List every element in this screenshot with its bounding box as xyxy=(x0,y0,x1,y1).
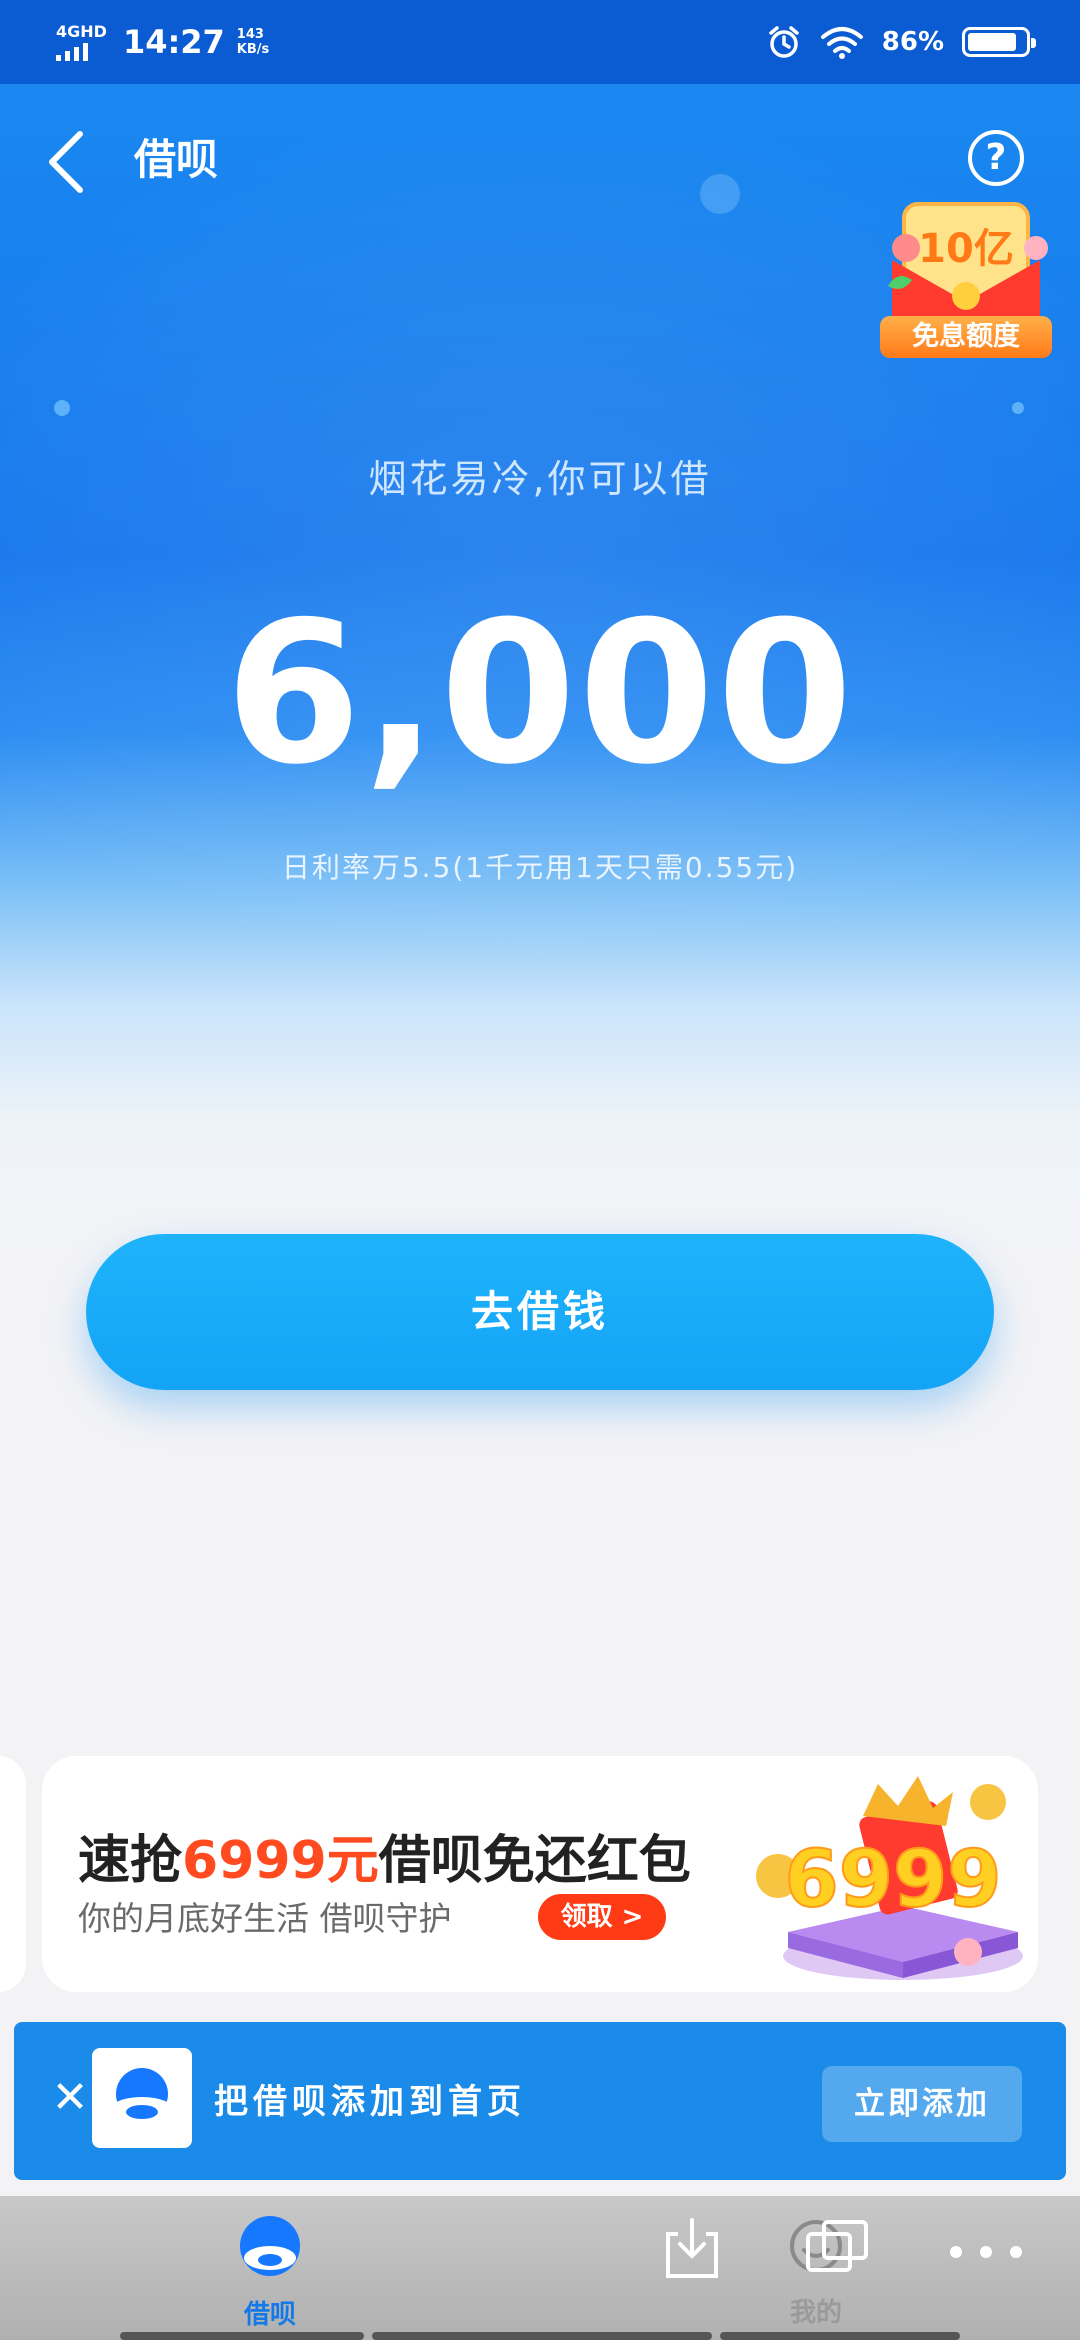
credit-amount: 6,000 xyxy=(225,580,855,808)
more-icon xyxy=(950,2246,1022,2258)
battery-icon xyxy=(962,27,1036,57)
home-indicator xyxy=(720,2332,960,2340)
download-icon xyxy=(666,2218,718,2278)
banner-title-amount: 6999元 xyxy=(182,1831,379,1891)
more-button[interactable] xyxy=(946,2242,1026,2266)
wifi-icon xyxy=(820,27,863,59)
bottom-nav: 借呗 我的 xyxy=(0,2196,1080,2340)
clock: 14:27 xyxy=(122,23,225,61)
net-speed-unit: KB/s xyxy=(236,42,270,57)
alarm-icon xyxy=(769,26,799,58)
banner-title: 速抢6999元借呗免还红包 xyxy=(78,1818,691,1893)
download-button[interactable] xyxy=(664,2216,720,2284)
network-indicator: 4GHD xyxy=(56,21,107,61)
slogan-text: 烟花易冷,你可以借 xyxy=(368,457,712,501)
borrow-button[interactable]: 去借钱 xyxy=(86,1234,994,1390)
net-speed-value: 143 xyxy=(236,27,264,42)
decor-dot xyxy=(1012,402,1024,414)
loan-tab-icon xyxy=(240,2216,300,2276)
decor-dot xyxy=(54,400,70,416)
battery-percent: 86% xyxy=(881,27,944,57)
banner-title-suffix: 借呗免还红包 xyxy=(378,1831,691,1891)
status-right: 86% xyxy=(766,24,1036,60)
interest-rate-text: 日利率万5.5(1千元用1天只需0.55元) xyxy=(281,851,799,884)
promo-banner[interactable]: 速抢6999元借呗免还红包 你的月底好生活 借呗守护 领取 > 6999 xyxy=(42,1756,1038,1992)
back-button[interactable] xyxy=(38,120,98,200)
page-title: 借呗 xyxy=(134,135,219,184)
battery-fill xyxy=(968,33,1017,51)
banner-title-prefix: 速抢 xyxy=(78,1831,183,1891)
nav-item-loan[interactable]: 借呗 xyxy=(220,2214,320,2331)
help-button[interactable]: ? xyxy=(968,130,1024,186)
promo-label: 免息额度 xyxy=(880,316,1052,358)
back-arrow-icon xyxy=(49,131,83,193)
nav-label-mine: 我的 xyxy=(789,2298,842,2328)
promo-amount: 10亿 xyxy=(918,226,1014,272)
interest-free-promo-badge[interactable]: 10亿 免息额度 xyxy=(876,190,1056,366)
nav-label-loan: 借呗 xyxy=(243,2300,296,2330)
banner-art-number: 6999 xyxy=(784,1835,1001,1925)
status-bar: 4GHD 14:27 143 KB/s 86% xyxy=(0,0,1080,84)
prev-banner-peek[interactable] xyxy=(0,1756,26,1992)
banner-subtitle: 你的月底好生活 借呗守护 xyxy=(78,1899,452,1938)
claim-button[interactable]: 领取 > xyxy=(538,1894,666,1940)
windows-icon xyxy=(806,2220,868,2272)
add-to-home-text: 把借呗添加到首页 xyxy=(214,2082,526,2122)
screen: 4GHD 14:27 143 KB/s 86% 借呗 ? 10亿 免息额度 烟花… xyxy=(0,0,1080,2340)
home-indicator xyxy=(120,2332,364,2340)
add-to-home-bar: ✕ 把借呗添加到首页 立即添加 xyxy=(14,2022,1066,2180)
signal-icon xyxy=(56,42,107,61)
app-logo-icon xyxy=(92,2048,192,2148)
red-packet-prize-icon: 6999 xyxy=(756,1776,1023,1980)
windows-button[interactable] xyxy=(804,2218,870,2278)
home-indicator xyxy=(372,2332,712,2340)
close-icon[interactable]: ✕ xyxy=(40,2068,100,2128)
add-now-button[interactable]: 立即添加 xyxy=(822,2066,1022,2142)
network-type: 4GHD xyxy=(56,21,107,41)
net-speed: 143 KB/s xyxy=(237,27,269,57)
